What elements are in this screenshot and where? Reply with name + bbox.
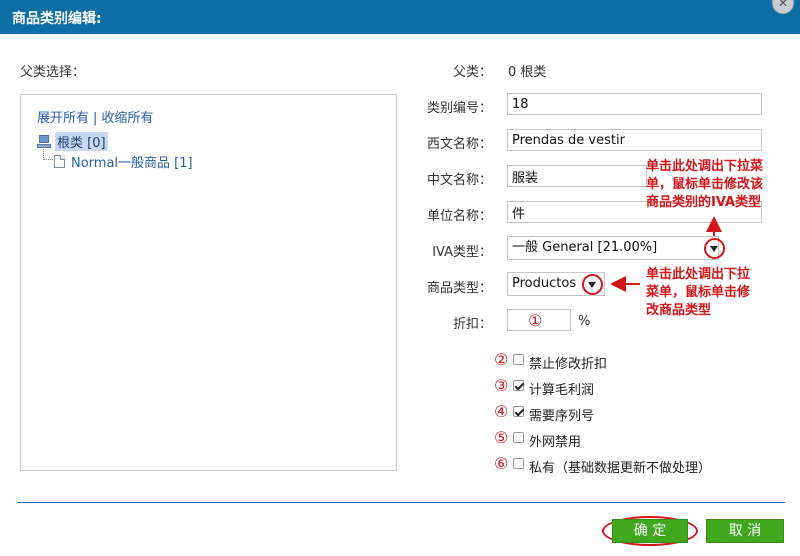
cancel-button[interactable]: 取 消 (706, 519, 784, 543)
ok-button[interactable]: 确 定 (612, 519, 688, 543)
annotation-arrows (610, 216, 722, 292)
footer-divider (17, 502, 785, 503)
